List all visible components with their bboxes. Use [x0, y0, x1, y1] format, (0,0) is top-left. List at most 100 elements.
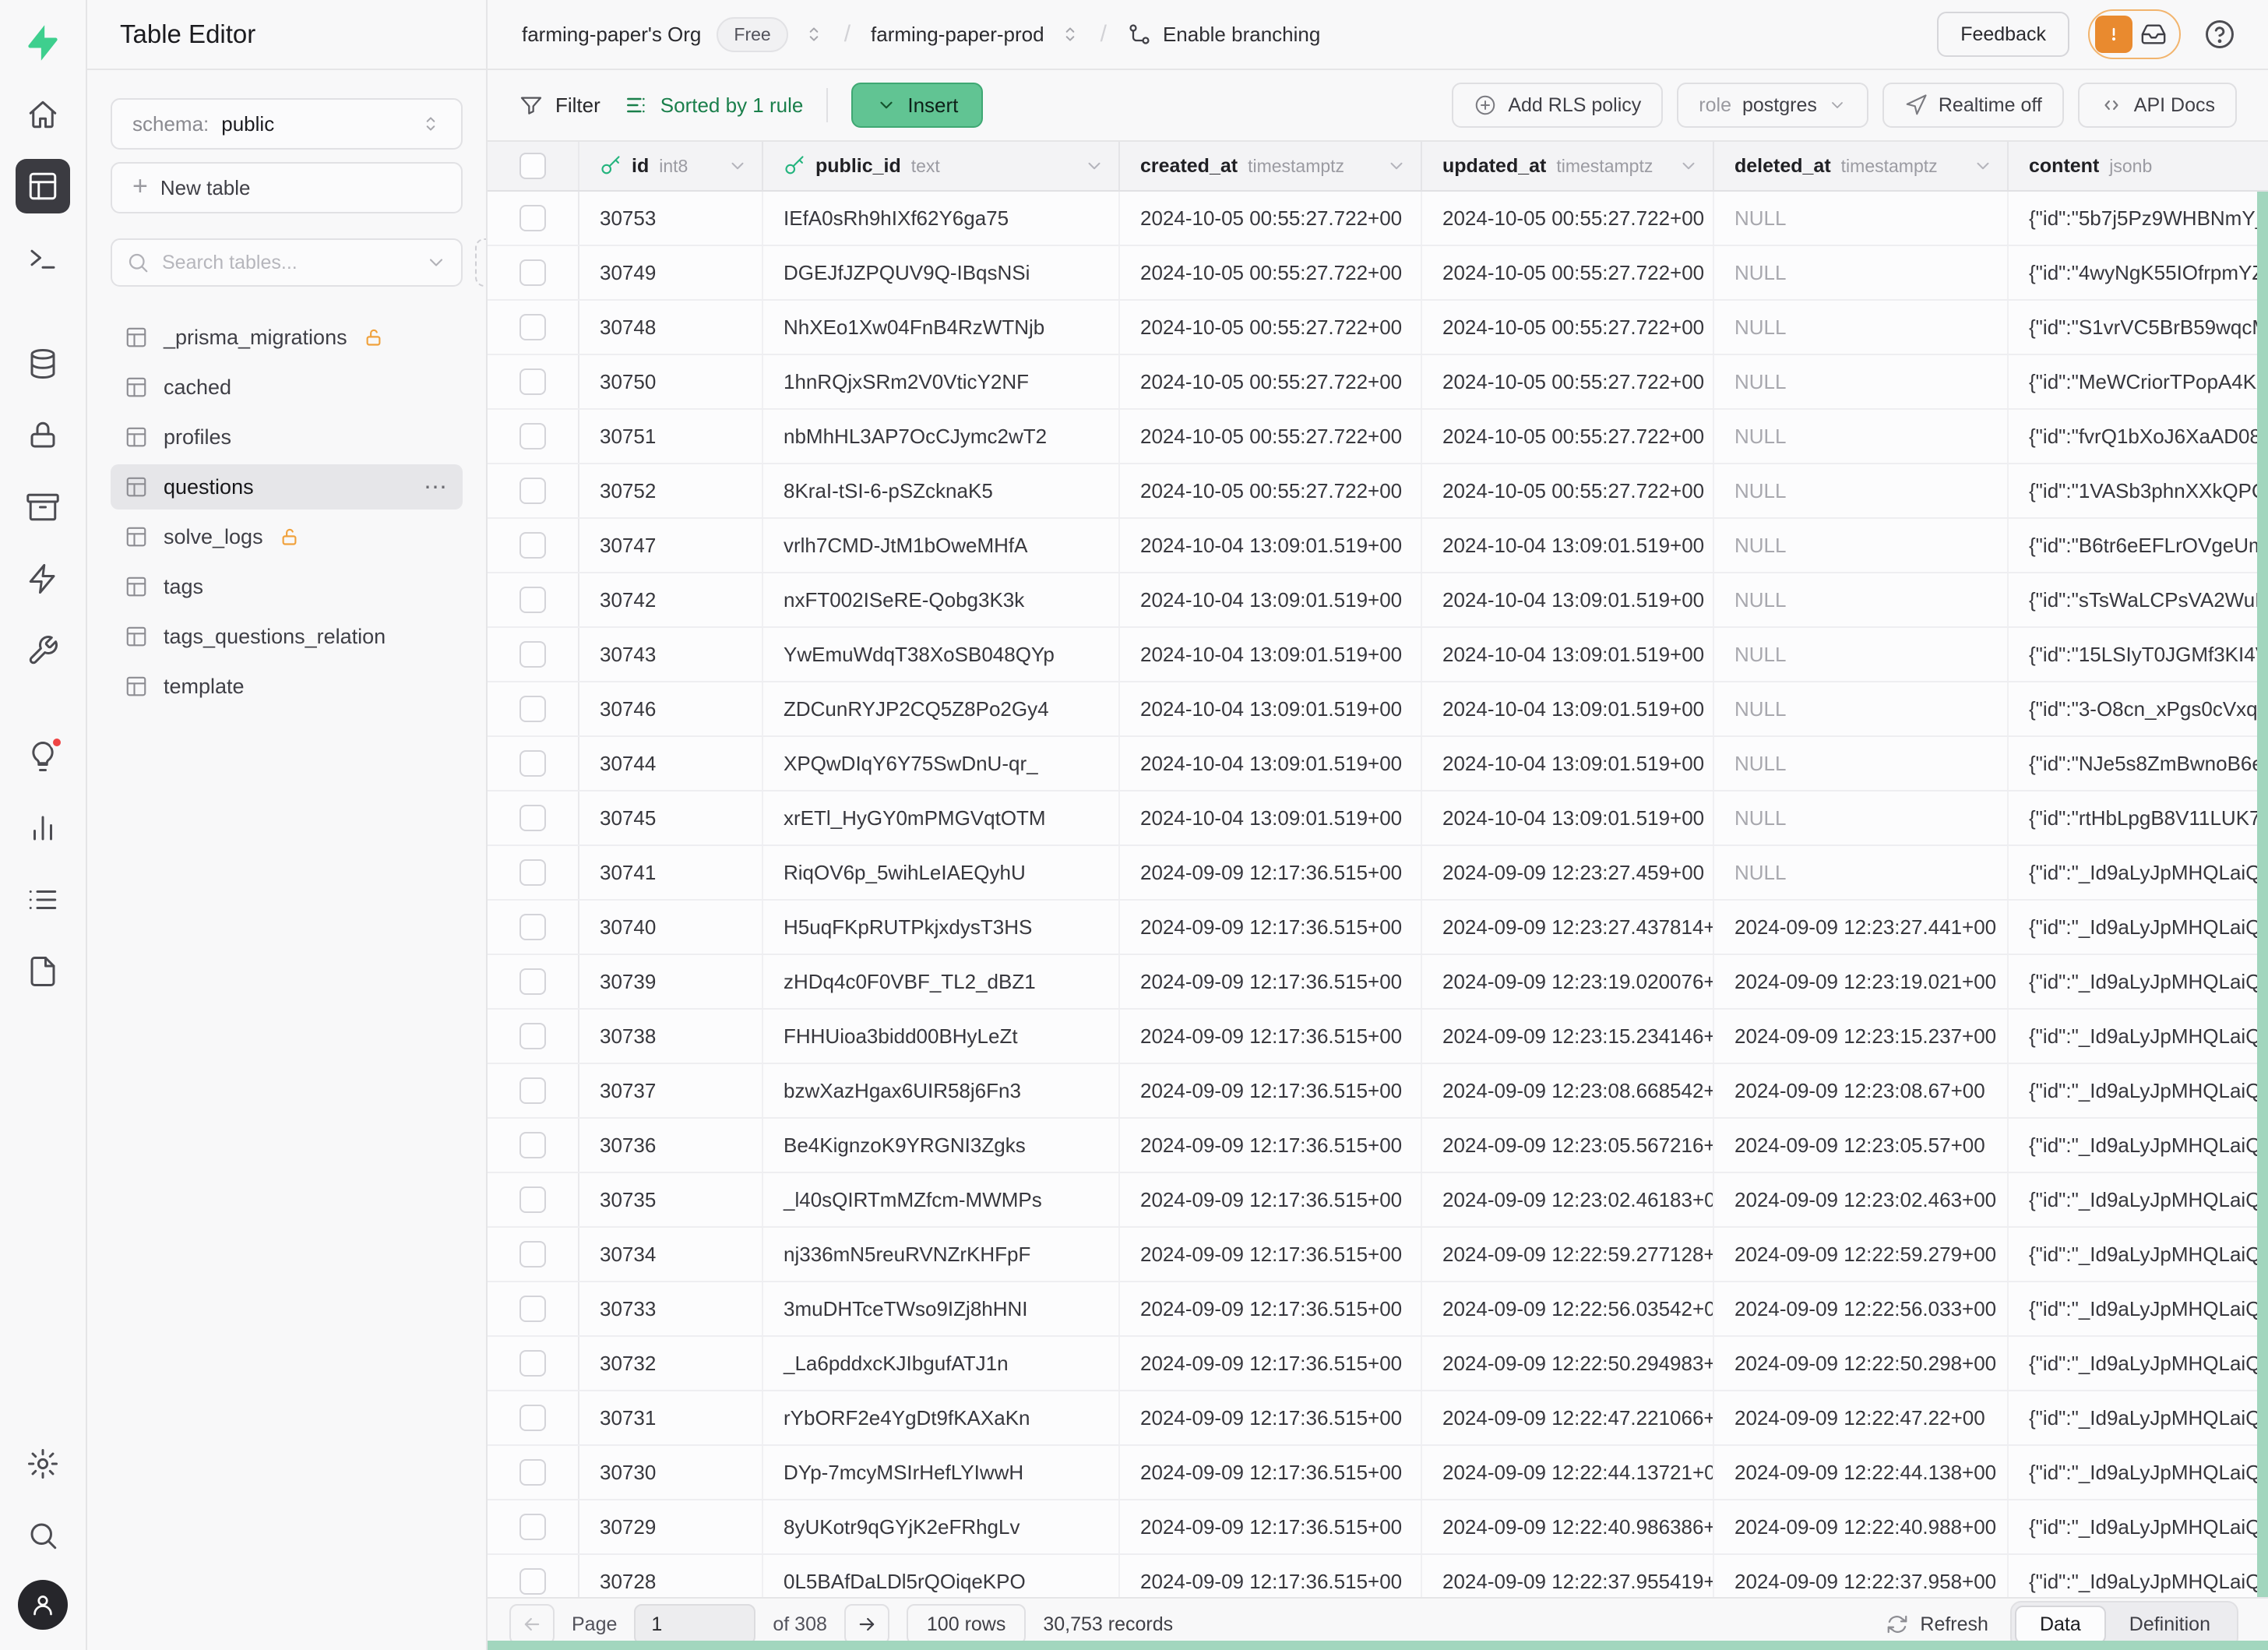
home-icon[interactable] — [16, 87, 70, 142]
settings-icon[interactable] — [16, 1437, 70, 1491]
row-checkbox[interactable] — [519, 259, 546, 286]
cell-created_at[interactable]: 2024-09-09 12:17:36.515+00 — [1120, 1228, 1422, 1281]
cell-content[interactable]: {"id":"_Id9aLyJpMHQLaiQG — [2009, 1282, 2268, 1335]
cell-updated_at[interactable]: 2024-09-09 12:22:50.294983+00 — [1422, 1337, 1714, 1390]
api-docs-icon[interactable] — [16, 944, 70, 999]
cell-updated_at[interactable]: 2024-10-05 00:55:27.722+00 — [1422, 192, 1714, 245]
cell-created_at[interactable]: 2024-09-09 12:17:36.515+00 — [1120, 955, 1422, 1008]
cell-updated_at[interactable]: 2024-09-09 12:23:15.234146+00 — [1422, 1010, 1714, 1063]
tab-data[interactable]: Data — [2015, 1606, 2106, 1644]
cell-updated_at[interactable]: 2024-09-09 12:22:56.03542+00 — [1422, 1282, 1714, 1335]
column-header-deleted_at[interactable]: deleted_attimestamptz — [1714, 142, 2009, 190]
cell-deleted_at[interactable]: 2024-09-09 12:23:02.463+00 — [1714, 1173, 2009, 1226]
chevron-down-icon[interactable] — [1973, 156, 1993, 176]
cell-id[interactable]: 30735 — [579, 1173, 763, 1226]
search-icon[interactable] — [16, 1508, 70, 1563]
cell-deleted_at[interactable]: 2024-09-09 12:22:59.279+00 — [1714, 1228, 2009, 1281]
cell-public_id[interactable]: Be4KignzoK9YRGNI3Zgks — [763, 1119, 1120, 1172]
cell-created_at[interactable]: 2024-10-04 13:09:01.519+00 — [1120, 737, 1422, 790]
cell-content[interactable]: {"id":"_Id9aLyJpMHQLaiQG — [2009, 1173, 2268, 1226]
cell-content[interactable]: {"id":"sTsWaLCPsVA2WuK2 — [2009, 573, 2268, 626]
sql-editor-icon[interactable] — [16, 231, 70, 285]
cell-created_at[interactable]: 2024-10-04 13:09:01.519+00 — [1120, 682, 1422, 735]
filter-button[interactable]: Filter — [519, 93, 600, 118]
cell-created_at[interactable]: 2024-10-05 00:55:27.722+00 — [1120, 464, 1422, 517]
project-breadcrumb[interactable]: farming-paper-prod — [871, 23, 1044, 47]
sidebar-table-solve_logs[interactable]: solve_logs — [111, 514, 463, 559]
storage-icon[interactable] — [16, 480, 70, 534]
cell-content[interactable]: {"id":"S1vrVC5BrB59wqcM4 — [2009, 301, 2268, 354]
cell-id[interactable]: 30743 — [579, 628, 763, 681]
cell-deleted_at[interactable]: NULL — [1714, 519, 2009, 572]
cell-updated_at[interactable]: 2024-10-04 13:09:01.519+00 — [1422, 519, 1714, 572]
refresh-button[interactable]: Refresh — [1886, 1613, 1988, 1636]
cell-created_at[interactable]: 2024-10-05 00:55:27.722+00 — [1120, 355, 1422, 408]
cell-id[interactable]: 30752 — [579, 464, 763, 517]
advisors-icon[interactable] — [16, 729, 70, 784]
table-options-button[interactable]: ⋯ — [424, 474, 449, 501]
cell-public_id[interactable]: bzwXazHgax6UIR58j6Fn3 — [763, 1064, 1120, 1117]
rows-per-page-select[interactable]: 100 rows — [907, 1604, 1026, 1645]
cell-id[interactable]: 30751 — [579, 410, 763, 463]
cell-id[interactable]: 30733 — [579, 1282, 763, 1335]
auth-icon[interactable] — [16, 408, 70, 463]
sort-filter-button[interactable] — [475, 238, 486, 287]
row-checkbox[interactable] — [519, 1568, 546, 1595]
cell-updated_at[interactable]: 2024-10-04 13:09:01.519+00 — [1422, 737, 1714, 790]
user-avatar[interactable] — [18, 1580, 68, 1630]
row-checkbox[interactable] — [519, 587, 546, 613]
sidebar-table-cached[interactable]: cached — [111, 365, 463, 410]
realtime-toggle-button[interactable]: Realtime off — [1882, 83, 2064, 128]
cell-id[interactable]: 30729 — [579, 1500, 763, 1553]
cell-content[interactable]: {"id":"5b7j5Pz9WHBNmY_A — [2009, 192, 2268, 245]
cell-id[interactable]: 30747 — [579, 519, 763, 572]
org-switch-icon[interactable] — [804, 24, 824, 44]
cell-public_id[interactable]: nj336mN5reuRVNZrKHFpF — [763, 1228, 1120, 1281]
sidebar-table-template[interactable]: template — [111, 664, 463, 709]
cell-deleted_at[interactable]: NULL — [1714, 682, 2009, 735]
org-breadcrumb[interactable]: farming-paper's Org — [522, 23, 701, 47]
cell-created_at[interactable]: 2024-10-04 13:09:01.519+00 — [1120, 519, 1422, 572]
row-checkbox[interactable] — [519, 423, 546, 450]
row-checkbox[interactable] — [519, 968, 546, 995]
cell-public_id[interactable]: rYbORF2e4YgDt9fKAXaKn — [763, 1391, 1120, 1444]
cell-public_id[interactable]: nxFT002ISeRE-Qobg3K3k — [763, 573, 1120, 626]
cell-content[interactable]: {"id":"_Id9aLyJpMHQLaiQG — [2009, 1064, 2268, 1117]
cell-id[interactable]: 30740 — [579, 901, 763, 954]
edge-functions-icon[interactable] — [16, 552, 70, 606]
cell-updated_at[interactable]: 2024-10-04 13:09:01.519+00 — [1422, 792, 1714, 844]
cell-public_id[interactable]: 8yUKotr9qGYjK2eFRhgLv — [763, 1500, 1120, 1553]
cell-updated_at[interactable]: 2024-09-09 12:22:44.13721+00 — [1422, 1446, 1714, 1499]
cell-updated_at[interactable]: 2024-10-04 13:09:01.519+00 — [1422, 682, 1714, 735]
cell-updated_at[interactable]: 2024-10-04 13:09:01.519+00 — [1422, 573, 1714, 626]
row-checkbox[interactable] — [519, 805, 546, 831]
cell-created_at[interactable]: 2024-10-04 13:09:01.519+00 — [1120, 573, 1422, 626]
cell-deleted_at[interactable]: 2024-09-09 12:23:27.441+00 — [1714, 901, 2009, 954]
database-icon[interactable] — [16, 337, 70, 391]
cell-id[interactable]: 30745 — [579, 792, 763, 844]
column-header-updated_at[interactable]: updated_attimestamptz — [1422, 142, 1714, 190]
cell-public_id[interactable]: _La6pddxcKJIbgufATJ1n — [763, 1337, 1120, 1390]
cell-deleted_at[interactable]: NULL — [1714, 464, 2009, 517]
insert-button[interactable]: Insert — [851, 83, 983, 128]
cell-created_at[interactable]: 2024-09-09 12:17:36.515+00 — [1120, 1064, 1422, 1117]
row-checkbox[interactable] — [519, 1023, 546, 1049]
cell-public_id[interactable]: IEfA0sRh9hIXf62Y6ga75 — [763, 192, 1120, 245]
cell-deleted_at[interactable]: NULL — [1714, 792, 2009, 844]
row-checkbox[interactable] — [519, 1514, 546, 1540]
row-checkbox[interactable] — [519, 368, 546, 395]
add-rls-policy-button[interactable]: Add RLS policy — [1452, 83, 1663, 128]
cell-public_id[interactable]: vrlh7CMD-JtM1bOweMHfA — [763, 519, 1120, 572]
cell-content[interactable]: {"id":"B6tr6eEFLrOVgeUmH — [2009, 519, 2268, 572]
prev-page-button[interactable] — [509, 1604, 555, 1645]
cell-updated_at[interactable]: 2024-09-09 12:22:47.221066+00 — [1422, 1391, 1714, 1444]
cell-created_at[interactable]: 2024-10-05 00:55:27.722+00 — [1120, 192, 1422, 245]
cell-content[interactable]: {"id":"_Id9aLyJpMHQLaiQG — [2009, 1500, 2268, 1553]
cell-created_at[interactable]: 2024-09-09 12:17:36.515+00 — [1120, 1173, 1422, 1226]
cell-deleted_at[interactable]: NULL — [1714, 628, 2009, 681]
cell-updated_at[interactable]: 2024-10-05 00:55:27.722+00 — [1422, 301, 1714, 354]
cell-public_id[interactable]: YwEmuWdqT38XoSB048QYp — [763, 628, 1120, 681]
cell-created_at[interactable]: 2024-10-05 00:55:27.722+00 — [1120, 410, 1422, 463]
row-checkbox[interactable] — [519, 641, 546, 668]
cell-updated_at[interactable]: 2024-10-05 00:55:27.722+00 — [1422, 355, 1714, 408]
